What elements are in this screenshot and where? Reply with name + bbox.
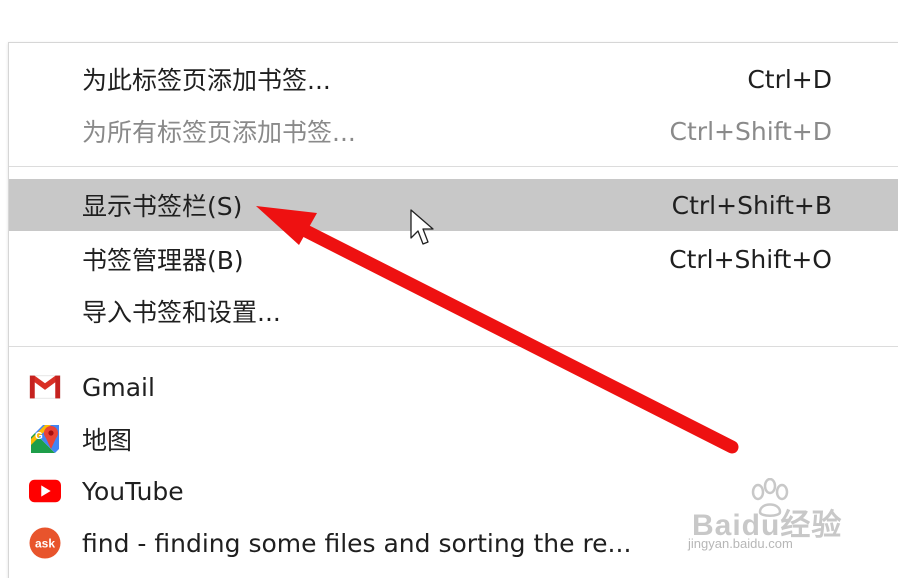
bookmark-label: Gmail: [82, 372, 155, 402]
baidu-watermark: Baidu经验 jingyan.baidu.com: [688, 478, 888, 558]
menu-item-bookmark-all-tabs[interactable]: 为所有标签页添加书签... Ctrl+Shift+D: [9, 105, 898, 157]
menu-item-label: 为此标签页添加书签...: [82, 66, 331, 95]
menu-item-shortcut: Ctrl+Shift+B: [671, 190, 832, 220]
menu-item-label: 书签管理器(B): [82, 246, 244, 275]
menu-item-shortcut: Ctrl+Shift+O: [669, 244, 832, 274]
menu-item-bookmark-tab[interactable]: 为此标签页添加书签... Ctrl+D: [9, 53, 898, 105]
bookmark-item-gmail[interactable]: Gmail: [9, 361, 898, 413]
svg-text:G: G: [35, 431, 43, 442]
bookmark-label: 地图: [82, 426, 133, 455]
maps-icon: G: [29, 423, 61, 455]
ask-icon-text: ask: [35, 537, 55, 551]
menu-item-bookmark-manager[interactable]: 书签管理器(B) Ctrl+Shift+O: [9, 233, 898, 285]
screen: 为此标签页添加书签... Ctrl+D 为所有标签页添加书签... Ctrl+S…: [0, 0, 898, 578]
menu-item-label: 显示书签栏(S): [82, 192, 243, 221]
youtube-icon: [29, 475, 61, 507]
gmail-icon: [29, 371, 61, 403]
bookmark-item-maps[interactable]: G 地图: [9, 413, 898, 465]
menu-item-shortcut: Ctrl+D: [747, 64, 832, 94]
watermark-url: jingyan.baidu.com: [688, 536, 793, 551]
menu-item-show-bookmarks-bar[interactable]: 显示书签栏(S) Ctrl+Shift+B: [9, 179, 898, 231]
menu-item-shortcut: Ctrl+Shift+D: [669, 116, 832, 146]
menu-item-label: 导入书签和设置...: [82, 298, 281, 327]
ask-icon: ask: [29, 527, 61, 559]
bookmark-label: find - finding some files and sorting th…: [82, 528, 632, 558]
menu-item-label: 为所有标签页添加书签...: [82, 118, 356, 147]
bookmark-label: YouTube: [82, 476, 184, 506]
menu-separator: [9, 166, 898, 167]
menu-separator: [9, 346, 898, 347]
menu-item-import-bookmarks[interactable]: 导入书签和设置...: [9, 285, 898, 337]
